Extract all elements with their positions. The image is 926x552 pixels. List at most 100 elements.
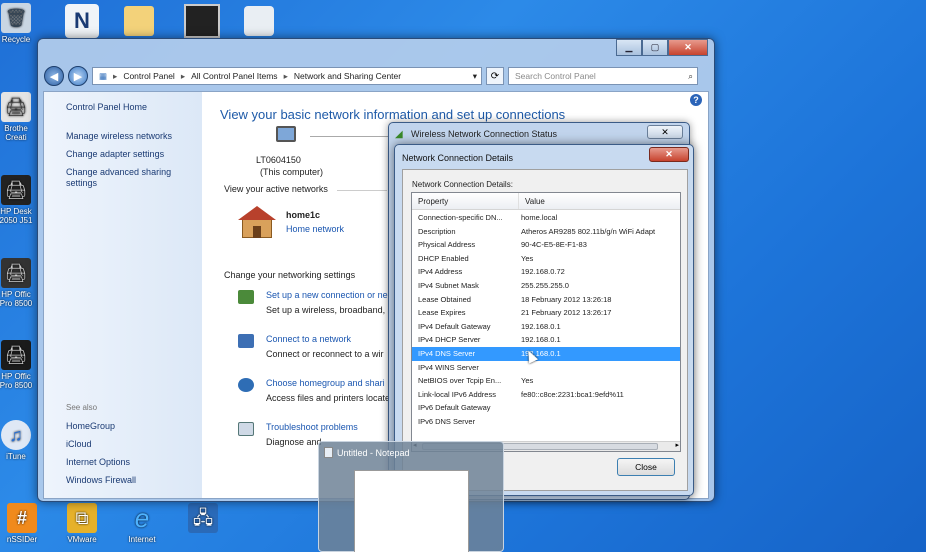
desktop-icon-brother[interactable]: 🖨 Brothe Creati (0, 92, 36, 142)
details-dialog-title: Network Connection Details (402, 153, 514, 163)
details-close-x-button[interactable]: ✕ (649, 147, 689, 162)
desktop-icon-top-4[interactable] (244, 6, 274, 36)
active-networks-label: View your active networks (224, 184, 328, 194)
details-row[interactable]: NetBIOS over Tcpip En... Yes (412, 374, 680, 388)
desktop-icon-network[interactable]: 🖧 (183, 503, 223, 535)
details-row[interactable]: IPv4 Default Gateway 192.168.0.1 (412, 320, 680, 334)
breadcrumb-all-items[interactable]: All Control Panel Items (191, 71, 277, 81)
desktop-icon-hp-desk[interactable]: 🖨 HP Desk 2050 J51 (0, 175, 36, 225)
troubleshoot-desc: Diagnose and (266, 437, 322, 447)
link-homegroup[interactable]: HomeGroup (66, 421, 115, 432)
breadcrumb-control-panel[interactable]: Control Panel (123, 71, 175, 81)
details-row[interactable]: Lease Expires 21 February 2012 13:26:17 (412, 306, 680, 320)
link-change-adapter[interactable]: Change adapter settings (66, 149, 164, 160)
homegroup-link[interactable]: Choose homegroup and shari (266, 378, 385, 388)
link-advanced-sharing[interactable]: Change advanced sharing settings (66, 167, 186, 189)
setup-connection-desc: Set up a wireless, broadband, (266, 305, 386, 315)
details-row[interactable]: IPv6 DNS Server (412, 415, 680, 429)
close-button[interactable]: ✕ (668, 39, 708, 56)
details-row[interactable]: Link-local IPv6 Address fe80::c8ce:2231:b… (412, 388, 680, 402)
details-row-value: Yes (521, 376, 534, 386)
minimize-button[interactable]: ▁ (616, 39, 642, 56)
desktop-icon-internet-explorer[interactable]: e Internet (122, 503, 162, 545)
details-row[interactable]: IPv4 Address 192.168.0.72 (412, 265, 680, 279)
desktop-icon-hp-office-1[interactable]: 🖨 HP Offic Pro 8500 (0, 258, 36, 308)
signal-icon: ◢ (395, 129, 403, 140)
link-manage-wireless[interactable]: Manage wireless networks (66, 131, 172, 142)
desktop-icon-inssider[interactable]: # nSSIDer (2, 503, 42, 544)
breadcrumb-network-center[interactable]: Network and Sharing Center (294, 71, 401, 81)
details-row[interactable]: IPv6 Default Gateway (412, 401, 680, 415)
itunes-icon: ♫ (1, 420, 31, 450)
chevron-down-icon[interactable]: ▾ (473, 71, 477, 82)
details-row-value: 192.168.0.1 (521, 321, 561, 331)
desktop-icon-hp-office-2[interactable]: 🖨 HP Offic Pro 8500 (0, 340, 36, 390)
desktop-icon-vmware[interactable]: ⧉ VMware (62, 503, 102, 544)
details-row-value: fe80::c8ce:2231:bca1:9efd%11 (521, 389, 624, 399)
details-row[interactable]: Lease Obtained 18 February 2012 13:26:18 (412, 293, 680, 307)
close-button[interactable]: Close (617, 458, 675, 476)
address-bar: ◀ ▶ ▦ ▸ Control Panel ▸ All Control Pane… (44, 65, 708, 87)
details-row[interactable]: Physical Address 90-4C-E5-8E-F1-83 (412, 238, 680, 252)
desktop-icon-top-1[interactable]: N (65, 4, 99, 38)
details-row[interactable]: Connection-specific DN... home.local (412, 211, 680, 225)
scroll-right-icon[interactable]: ▸ (675, 441, 679, 449)
details-row-value: Atheros AR9285 802.11b/g/n WiFi Adapt (521, 226, 656, 236)
details-row-value: 192.168.0.72 (521, 267, 565, 277)
details-row-value (519, 361, 680, 375)
setup-connection-link[interactable]: Set up a new connection or ne (266, 290, 388, 300)
link-control-panel-home[interactable]: Control Panel Home (66, 102, 147, 113)
folder-icon[interactable] (124, 6, 154, 36)
details-row-property: Physical Address (418, 240, 476, 250)
link-internet-options[interactable]: Internet Options (66, 457, 130, 468)
details-row[interactable]: IPv4 WINS Server (412, 361, 680, 375)
details-row-property: DHCP Enabled (418, 253, 469, 263)
change-settings-label: Change your networking settings (224, 270, 356, 280)
link-icloud[interactable]: iCloud (66, 439, 92, 450)
back-button[interactable]: ◀ (44, 66, 64, 86)
homegroup-icon (238, 378, 254, 392)
status-close-button[interactable]: ✕ (647, 125, 683, 139)
app-icon: # (7, 503, 37, 533)
forward-button[interactable]: ▶ (68, 66, 88, 86)
column-value[interactable]: Value (519, 193, 680, 209)
search-input[interactable]: Search Control Panel ⌕ (508, 67, 698, 85)
link-windows-firewall[interactable]: Windows Firewall (66, 475, 136, 486)
details-list[interactable]: Property Value Connection-specific DN...… (411, 192, 681, 452)
connect-network-link[interactable]: Connect to a network (266, 334, 351, 344)
desktop-icon-recycle-bin[interactable]: 🗑 Recycle (0, 3, 36, 44)
details-row[interactable]: Description Atheros AR9285 802.11b/g/n Wi… (412, 225, 680, 239)
details-row-property: IPv4 DNS Server (418, 349, 476, 358)
desktop-icon-itunes[interactable]: ♫ iTune (0, 420, 36, 461)
details-row-value: 192.168.0.1 (521, 335, 561, 345)
help-icon[interactable]: ? (690, 94, 702, 106)
network-type-link[interactable]: Home network (286, 224, 344, 234)
network-icon: 🖧 (188, 503, 218, 533)
details-row-value: Yes (521, 253, 534, 263)
details-row-property: IPv4 WINS Server (418, 362, 479, 372)
window-controls: ▁ ▢ ✕ (616, 39, 708, 56)
breadcrumb[interactable]: ▦ ▸ Control Panel ▸ All Control Panel It… (92, 67, 482, 85)
details-row[interactable]: IPv4 Subnet Mask 255.255.255.0 (412, 279, 680, 293)
new-connection-icon (238, 290, 254, 304)
troubleshoot-link[interactable]: Troubleshoot problems (266, 422, 358, 432)
refresh-button[interactable]: ⟳ (486, 67, 504, 85)
refresh-icon: ⟳ (490, 70, 500, 82)
column-property[interactable]: Property (412, 193, 519, 209)
details-row[interactable]: IPv4 DHCP Server 192.168.0.1 (412, 333, 680, 347)
computer-sublabel: (This computer) (260, 167, 324, 177)
details-row-value: home.local (521, 213, 558, 222)
printer-icon: 🖨 (1, 92, 31, 122)
details-row[interactable]: IPv4 DNS Server 192.168.0.1 (412, 347, 680, 361)
status-dialog-title: Wireless Network Connection Status (411, 129, 558, 139)
troubleshoot-icon (238, 422, 254, 436)
left-navigation-pane: Control Panel Home Manage wireless netwo… (44, 92, 202, 498)
maximize-button[interactable]: ▢ (642, 39, 668, 56)
printer-icon: 🖨 (1, 340, 31, 370)
details-row-value (519, 415, 680, 429)
desktop-icon-top-3[interactable] (184, 4, 220, 38)
notepad-taskbar-preview[interactable]: Untitled - Notepad (318, 441, 504, 552)
details-row[interactable]: DHCP Enabled Yes (412, 252, 680, 266)
details-row-value: 21 February 2012 13:26:17 (521, 308, 612, 318)
printer-icon: 🖨 (1, 258, 31, 288)
